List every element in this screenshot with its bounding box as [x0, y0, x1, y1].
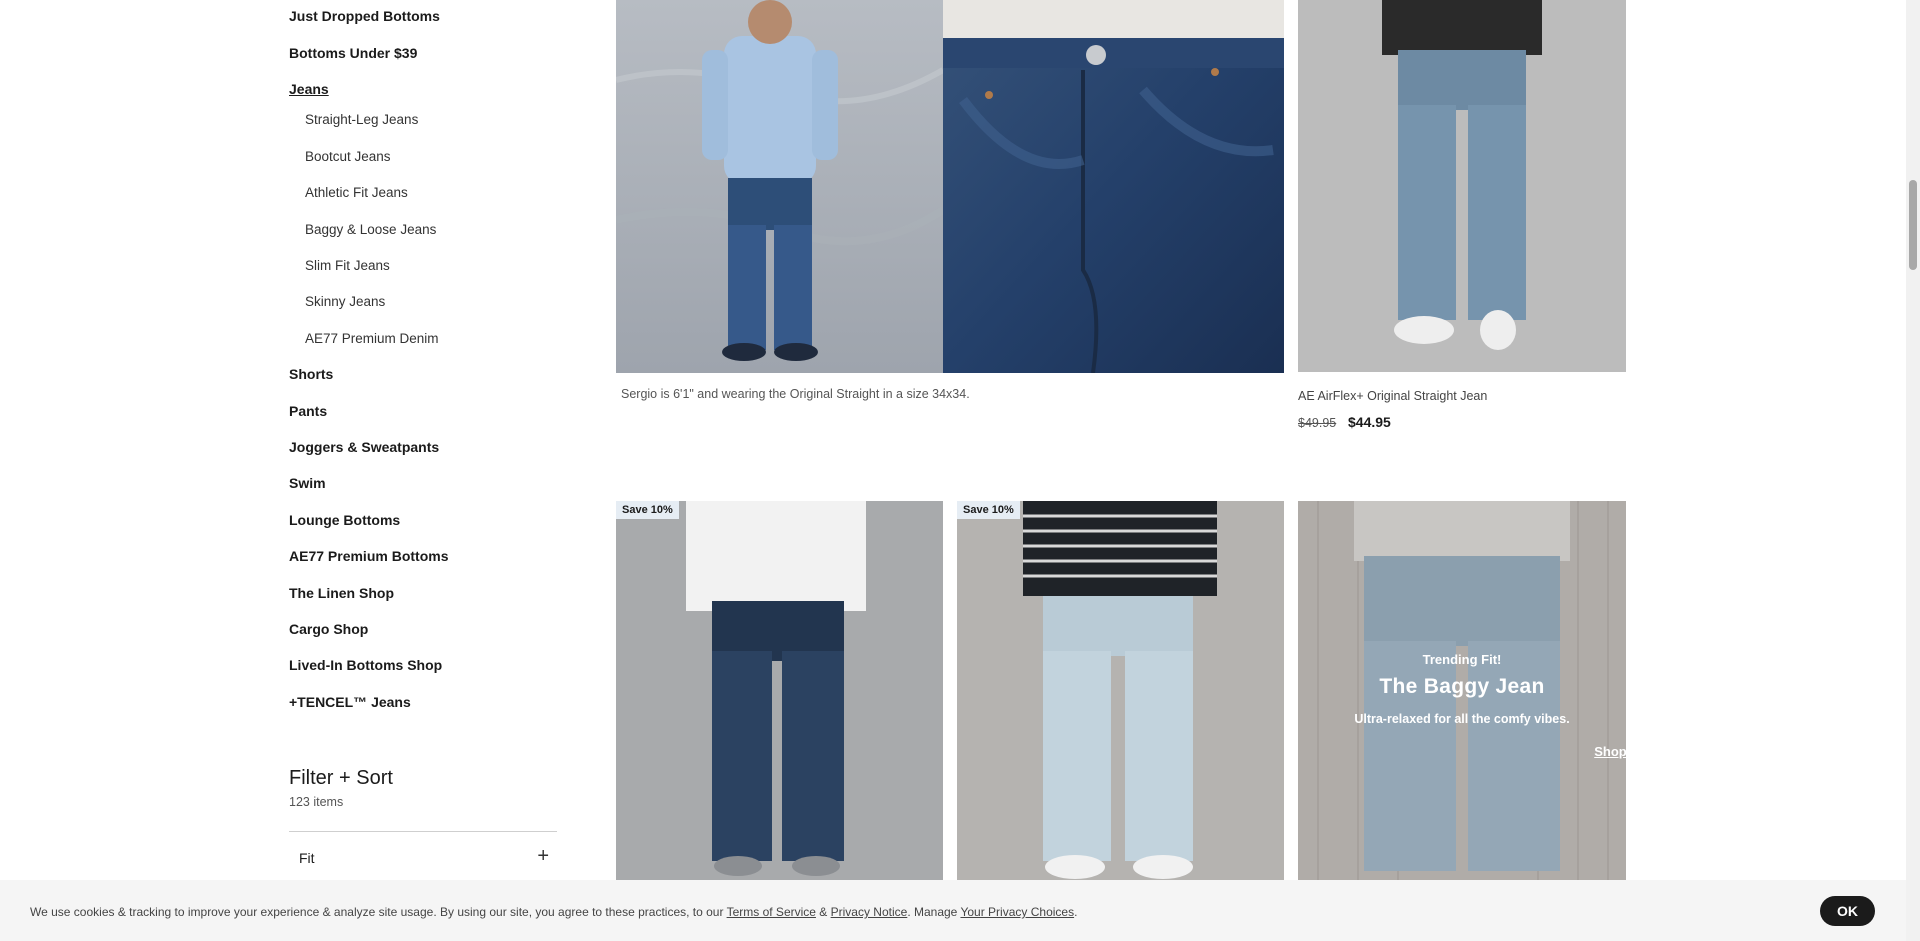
- privacy-notice-link[interactable]: Privacy Notice: [831, 905, 908, 919]
- cookie-message: We use cookies & tracking to improve you…: [30, 905, 1077, 919]
- subcategory-skinny-jeans[interactable]: Skinny Jeans: [305, 294, 385, 309]
- subcategory-slim-fit-jeans[interactable]: Slim Fit Jeans: [305, 258, 390, 273]
- category-pants[interactable]: Pants: [289, 403, 327, 419]
- promo-tile-baggy-jean[interactable]: Trending Fit! The Baggy Jean Ultra-relax…: [1298, 501, 1626, 880]
- category-linen-shop[interactable]: The Linen Shop: [289, 585, 394, 601]
- promo-title: The Baggy Jean: [1379, 675, 1545, 698]
- subcategory-straight-leg-jeans[interactable]: Straight-Leg Jeans: [305, 112, 418, 127]
- product-image-airflex-original-straight[interactable]: [1298, 0, 1626, 372]
- filter-fit-label: Fit: [299, 850, 315, 866]
- airflex-jean-photo: [1298, 0, 1626, 372]
- scrollbar-thumb[interactable]: [1909, 180, 1917, 270]
- cookie-text-intro: We use cookies & tracking to improve you…: [30, 905, 727, 919]
- category-lounge-bottoms[interactable]: Lounge Bottoms: [289, 512, 400, 528]
- light-wash-jean-photo: [957, 501, 1284, 880]
- page-scrollbar[interactable]: [1906, 0, 1920, 941]
- category-cargo-shop[interactable]: Cargo Shop: [289, 621, 368, 637]
- promo-subtitle: Ultra-relaxed for all the comfy vibes.: [1354, 712, 1570, 726]
- category-shorts[interactable]: Shorts: [289, 366, 333, 382]
- category-bottoms-under-39[interactable]: Bottoms Under $39: [289, 45, 417, 61]
- category-just-dropped-bottoms[interactable]: Just Dropped Bottoms: [289, 8, 440, 24]
- terms-of-service-link[interactable]: Terms of Service: [727, 905, 816, 919]
- save-badge: Save 10%: [957, 501, 1020, 519]
- category-swim[interactable]: Swim: [289, 475, 326, 491]
- shop-now-link[interactable]: Shop Now: [1462, 744, 1626, 759]
- product-name-link[interactable]: AE AirFlex+ Original Straight Jean: [1298, 389, 1487, 403]
- promo-overlay: Trending Fit! The Baggy Jean Ultra-relax…: [1298, 501, 1626, 880]
- original-price: $49.95: [1298, 416, 1337, 430]
- sale-price: $44.95: [1348, 414, 1391, 430]
- promo-kicker: Trending Fit!: [1422, 652, 1502, 667]
- subcategory-athletic-fit-jeans[interactable]: Athletic Fit Jeans: [305, 185, 408, 200]
- cookie-banner: We use cookies & tracking to improve you…: [0, 880, 1906, 941]
- product-image-dark-wash-jean[interactable]: Save 10%: [616, 501, 943, 880]
- category-lived-in-bottoms-shop[interactable]: Lived-In Bottoms Shop: [289, 657, 442, 673]
- subcategory-ae77-premium-denim[interactable]: AE77 Premium Denim: [305, 331, 439, 346]
- product-image-model-full[interactable]: [616, 0, 943, 373]
- product-image-light-wash-jean[interactable]: Save 10%: [957, 501, 1284, 880]
- cookie-text-manage: . Manage: [907, 905, 961, 919]
- privacy-choices-link[interactable]: Your Privacy Choices: [960, 905, 1074, 919]
- subcategory-bootcut-jeans[interactable]: Bootcut Jeans: [305, 149, 391, 164]
- feature-image-caption: Sergio is 6'1" and wearing the Original …: [621, 387, 970, 401]
- item-count: 123 items: [289, 795, 344, 809]
- subcategory-baggy-loose-jeans[interactable]: Baggy & Loose Jeans: [305, 222, 436, 237]
- save-badge: Save 10%: [616, 501, 679, 519]
- cookie-text-end: .: [1074, 905, 1078, 919]
- denim-detail-photo: [943, 0, 1284, 373]
- dark-wash-jean-photo: [616, 501, 943, 880]
- cookie-ok-button[interactable]: OK: [1820, 896, 1875, 926]
- cookie-text-amp: &: [815, 905, 831, 919]
- product-image-denim-closeup[interactable]: [943, 0, 1284, 373]
- category-ae77-premium-bottoms[interactable]: AE77 Premium Bottoms: [289, 548, 448, 564]
- filter-fit-toggle[interactable]: Fit +: [289, 832, 557, 882]
- category-tencel-jeans[interactable]: +TENCEL™ Jeans: [289, 694, 411, 710]
- model-photo: [616, 0, 943, 373]
- plus-icon: +: [537, 845, 549, 867]
- category-jeans[interactable]: Jeans: [289, 81, 329, 97]
- category-joggers-sweatpants[interactable]: Joggers & Sweatpants: [289, 439, 439, 455]
- filter-sort-title: Filter + Sort: [289, 767, 393, 789]
